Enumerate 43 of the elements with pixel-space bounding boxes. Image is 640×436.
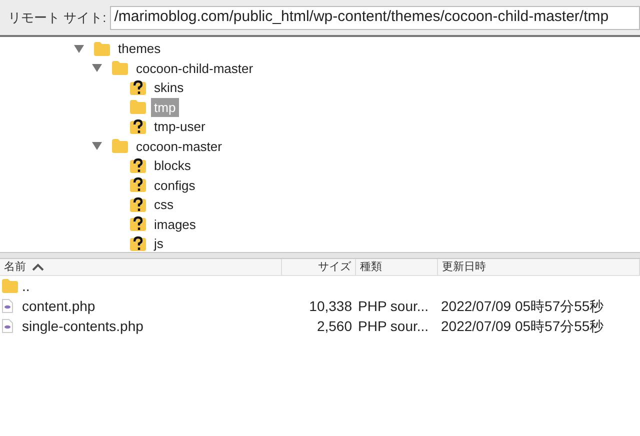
file-name[interactable]: single-contents.php (22, 316, 144, 336)
tree-item[interactable]: themes (115, 39, 164, 58)
column-header[interactable]: 種類 (356, 259, 438, 275)
modified-date: 2022/07/09 05時57分55秒 (441, 298, 604, 314)
php-file-icon (2, 299, 13, 313)
folder-icon (112, 139, 128, 154)
unknown-folder-icon (130, 196, 146, 213)
remote-site-label: リモート サイト: (8, 8, 106, 27)
expanded-triangle-icon[interactable] (74, 44, 84, 53)
expanded-triangle-icon[interactable] (92, 142, 102, 150)
file-name[interactable]: content.php (22, 296, 96, 316)
unknown-folder-icon (130, 158, 146, 174)
column-header[interactable]: 名前 (0, 259, 282, 275)
file-type: PHP sour... (358, 318, 429, 334)
file-name[interactable]: .. (22, 276, 30, 296)
file-size: 2,560 (316, 318, 352, 334)
unknown-folder-icon (130, 80, 146, 96)
file-type: PHP sour... (358, 298, 429, 314)
modified-date: 2022/07/09 05時57分55秒 (441, 318, 604, 334)
unknown-folder-icon (130, 216, 146, 232)
tree-item[interactable]: js (151, 234, 166, 252)
tree-item[interactable]: configs (151, 176, 198, 195)
tree-item[interactable]: tmp-user (151, 117, 208, 136)
column-header[interactable]: 更新日時 (438, 259, 640, 275)
column-header[interactable]: サイズ (282, 259, 356, 275)
unknown-folder-icon (130, 236, 146, 252)
folder-icon (2, 279, 18, 293)
folder-icon (130, 100, 146, 114)
tree-item[interactable]: css (151, 195, 176, 214)
tree-item[interactable]: blocks (151, 156, 194, 176)
expanded-triangle-icon[interactable] (92, 64, 102, 72)
php-file-icon (2, 319, 13, 333)
sort-chevron-icon[interactable] (32, 263, 44, 271)
tree-item[interactable]: cocoon-child-master (133, 58, 256, 78)
tree-item[interactable]: cocoon-master (133, 136, 225, 156)
folder-icon (94, 42, 110, 56)
path-field[interactable]: /marimoblog.com/public_html/wp-content/themes/cocoon-child-master/tmp (110, 6, 640, 30)
file-size: 10,338 (309, 298, 352, 314)
tree-item[interactable]: images (151, 214, 199, 234)
unknown-folder-icon (130, 118, 146, 135)
tree-item[interactable]: skins (151, 78, 187, 98)
unknown-folder-icon (130, 177, 146, 194)
folder-icon (112, 61, 128, 76)
